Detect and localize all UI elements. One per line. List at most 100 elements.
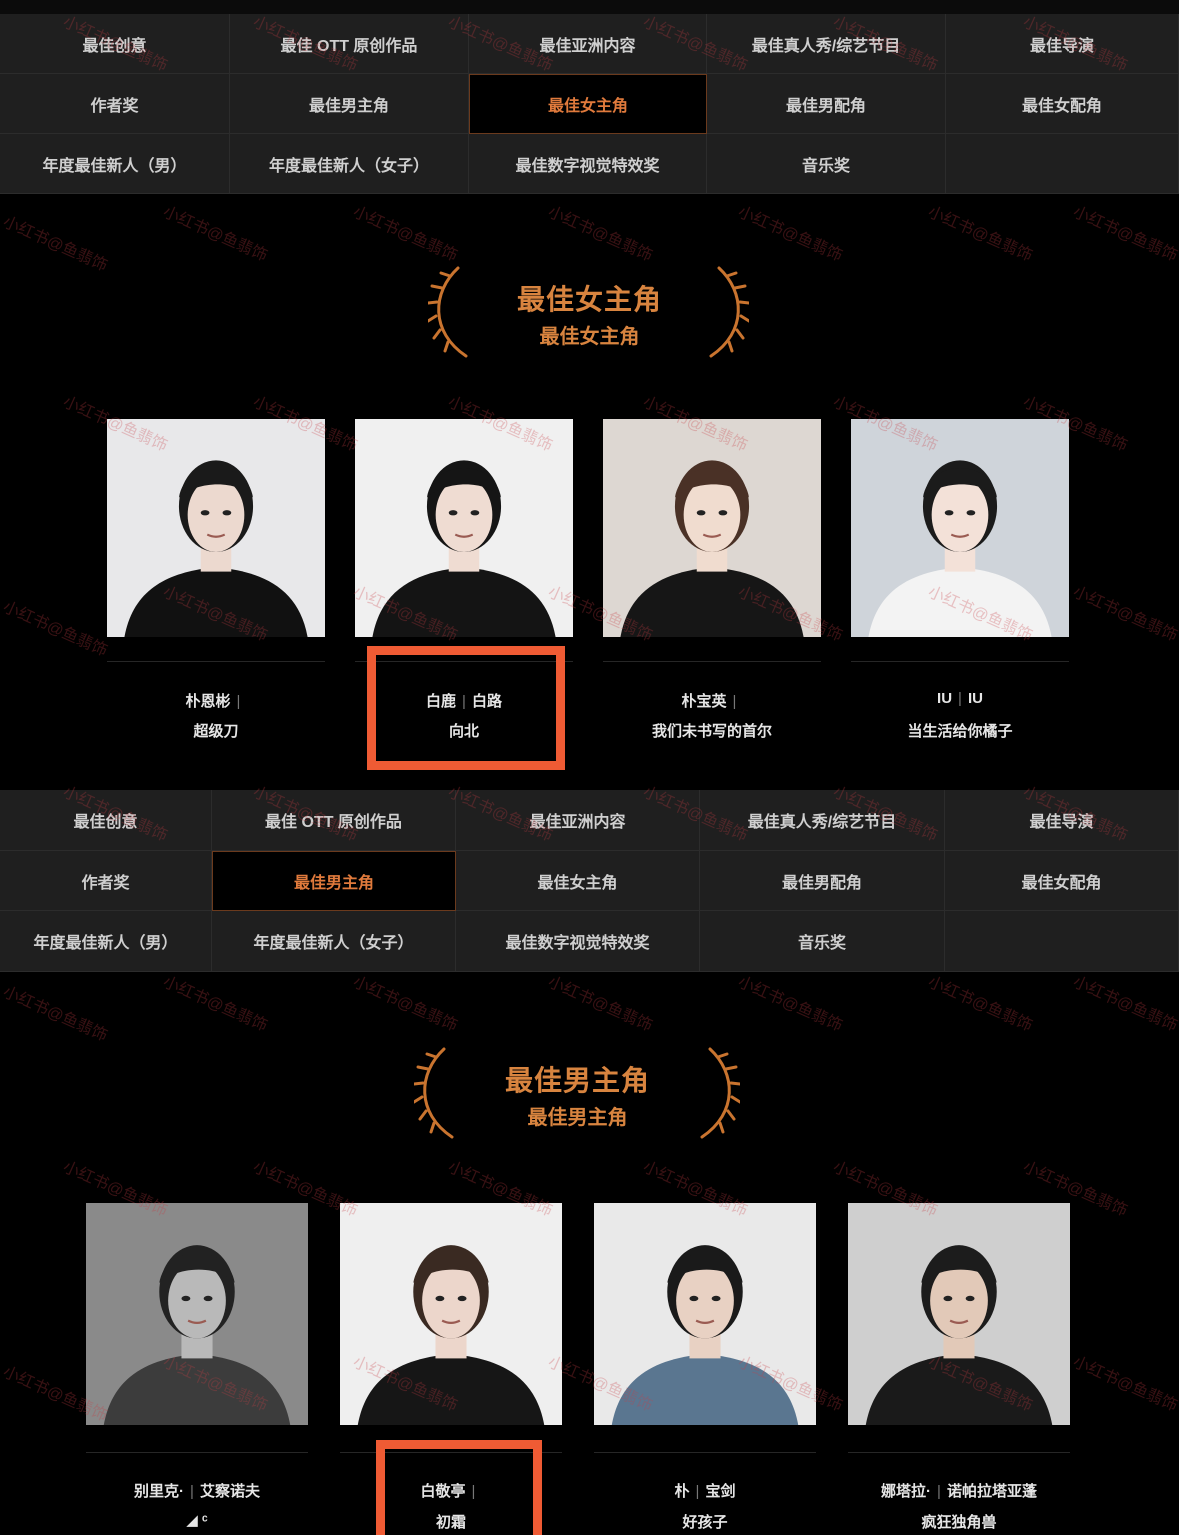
category-empty-cell [946, 134, 1179, 194]
name-separator: | [732, 693, 737, 710]
watermark-text: 小红书@鱼翡饰 [160, 973, 270, 1035]
name-separator: | [190, 1483, 194, 1500]
category-tab[interactable]: 最佳 OTT 原创作品 [212, 790, 456, 851]
nominee-card[interactable]: 别里克· | 艾察诺夫 ◢ ᶜ [86, 1203, 308, 1535]
watermark-text: 小红书@鱼翡饰 [0, 598, 110, 660]
name-separator: | [937, 1483, 941, 1500]
watermark-text: 小红书@鱼翡饰 [1070, 203, 1179, 265]
nominee-card[interactable]: 娜塔拉· | 诺帕拉塔亚蓬疯狂独角兽 [848, 1203, 1070, 1535]
award-subtitle: 最佳女主角 [539, 326, 640, 348]
category-tab[interactable]: 年度最佳新人（男） [0, 134, 230, 194]
watermark-text: 小红书@鱼翡饰 [735, 203, 845, 265]
category-tab[interactable]: 音乐奖 [700, 911, 945, 972]
category-tab[interactable]: 最佳女配角 [945, 851, 1179, 911]
nominee-name-secondary: IU [967, 690, 983, 707]
category-tab[interactable]: 最佳 OTT 原创作品 [230, 14, 469, 74]
watermark-text: 小红书@鱼翡饰 [925, 203, 1035, 265]
nominee-work-title: ◢ ᶜ [186, 1512, 208, 1529]
category-tab[interactable]: 音乐奖 [707, 134, 946, 194]
category-tab[interactable]: 最佳男配角 [700, 851, 945, 911]
category-tab[interactable]: 最佳男主角 [230, 74, 469, 134]
category-tab[interactable]: 最佳亚洲内容 [456, 790, 700, 851]
nominee-name-primary: 朴恩彬 [185, 693, 231, 710]
nominee-card[interactable]: IU | IU 当生活给你橘子 [851, 419, 1069, 744]
nominee-work-title: 超级刀 [193, 723, 239, 740]
divider [86, 1452, 308, 1453]
nominee-name: 朴恩彬 | [107, 690, 325, 711]
watermark-text: 小红书@鱼翡饰 [925, 973, 1035, 1035]
nominee-work-title: 当生活给你橘子 [907, 723, 1013, 740]
nominee-name-primary: 朴 [674, 1483, 690, 1500]
nominee-name: 娜塔拉· | 诺帕拉塔亚蓬 [848, 1480, 1070, 1501]
nominee-photo[interactable] [594, 1203, 816, 1425]
category-empty-cell [945, 911, 1179, 972]
category-tab[interactable]: 作者奖 [0, 74, 230, 134]
category-tab[interactable]: 最佳数字视觉特效奖 [469, 134, 707, 194]
category-tab[interactable]: 最佳男主角 [212, 851, 456, 911]
watermark-text: 小红书@鱼翡饰 [1070, 1353, 1179, 1415]
award-subtitle: 最佳男主角 [527, 1107, 628, 1129]
category-tab[interactable]: 最佳创意 [0, 790, 212, 851]
nominee-name: 朴宝英 | [603, 690, 821, 711]
watermark-text: 小红书@鱼翡饰 [0, 983, 110, 1045]
award-title: 最佳女主角 [516, 284, 662, 315]
category-tab[interactable]: 最佳真人秀/综艺节目 [700, 790, 945, 851]
category-tab[interactable]: 最佳女主角 [469, 74, 707, 134]
category-tab[interactable]: 最佳创意 [0, 14, 230, 74]
nominee-work-title: 好孩子 [682, 1514, 728, 1531]
nominee-name-primary: 娜塔拉· [881, 1483, 932, 1500]
category-tab[interactable]: 最佳女配角 [946, 74, 1179, 134]
nominee-photo[interactable] [603, 419, 821, 637]
category-tab[interactable]: 作者奖 [0, 851, 212, 911]
highlight-box [367, 646, 565, 770]
nominee-name-secondary: 诺帕拉塔亚蓬 [946, 1483, 1037, 1500]
nominee-photo[interactable] [851, 419, 1069, 637]
nominee-photo[interactable] [848, 1203, 1070, 1425]
watermark-text: 小红书@鱼翡饰 [545, 973, 655, 1035]
nominee-photo[interactable] [340, 1203, 562, 1425]
category-tab[interactable]: 最佳数字视觉特效奖 [456, 911, 700, 972]
category-tab[interactable]: 最佳女主角 [456, 851, 700, 911]
category-grid-1: 最佳创意 最佳 OTT 原创作品 最佳亚洲内容 最佳真人秀/综艺节目 最佳导演 作者奖 最佳… [0, 14, 1179, 194]
nominee-photo[interactable] [86, 1203, 308, 1425]
laurel-right-icon [700, 1047, 740, 1139]
divider [107, 661, 325, 662]
watermark-text: 小红书@鱼翡饰 [1070, 973, 1179, 1035]
nominee-name-primary: IU [937, 690, 953, 707]
nominee-card[interactable]: 朴 | 宝剑好孩子 [594, 1203, 816, 1535]
nominee-photo[interactable] [107, 419, 325, 637]
divider [848, 1452, 1070, 1453]
watermark-text: 小红书@鱼翡饰 [735, 973, 845, 1035]
nominee-card[interactable]: 朴恩彬 | 超级刀 [107, 419, 325, 744]
nominee-work-title: 我们未书写的首尔 [651, 723, 772, 740]
watermark-text: 小红书@鱼翡饰 [350, 973, 460, 1035]
name-separator: | [695, 1483, 700, 1500]
divider [603, 661, 821, 662]
category-tab[interactable]: 最佳真人秀/综艺节目 [707, 14, 946, 74]
category-tab[interactable]: 年度最佳新人（女子） [212, 911, 456, 972]
watermark-text: 小红书@鱼翡饰 [350, 203, 460, 265]
nominee-card[interactable]: 朴宝英 | 我们未书写的首尔 [603, 419, 821, 744]
watermark-text: 小红书@鱼翡饰 [545, 203, 655, 265]
nominee-name-primary: 朴宝英 [681, 693, 727, 710]
divider [851, 661, 1069, 662]
nominee-work-title: 疯狂独角兽 [921, 1514, 997, 1531]
award-heading-2: 最佳男主角 最佳男主角 [0, 1043, 1179, 1153]
award-title: 最佳男主角 [504, 1065, 650, 1096]
category-grid-2: 最佳创意 最佳 OTT 原创作品 最佳亚洲内容 最佳真人秀/综艺节目 最佳导演 作者奖 最佳… [0, 790, 1179, 972]
nominee-photo[interactable] [355, 419, 573, 637]
highlight-box [376, 1440, 542, 1535]
divider [594, 1452, 816, 1453]
category-tab[interactable]: 年度最佳新人（男） [0, 911, 212, 972]
nominee-name: 朴 | 宝剑 [594, 1480, 816, 1501]
laurel-right-icon [709, 266, 749, 358]
award-heading-1: 最佳女主角 最佳女主角 [0, 262, 1179, 372]
nominee-name-secondary: 艾察诺夫 [199, 1483, 260, 1500]
category-tab[interactable]: 最佳导演 [945, 790, 1179, 851]
category-tab[interactable]: 最佳亚洲内容 [469, 14, 707, 74]
category-tab[interactable]: 最佳导演 [946, 14, 1179, 74]
category-tab[interactable]: 最佳男配角 [707, 74, 946, 134]
nominee-name: 别里克· | 艾察诺夫 [86, 1480, 308, 1501]
nominee-name-secondary: 宝剑 [705, 1483, 736, 1500]
category-tab[interactable]: 年度最佳新人（女子） [230, 134, 469, 194]
